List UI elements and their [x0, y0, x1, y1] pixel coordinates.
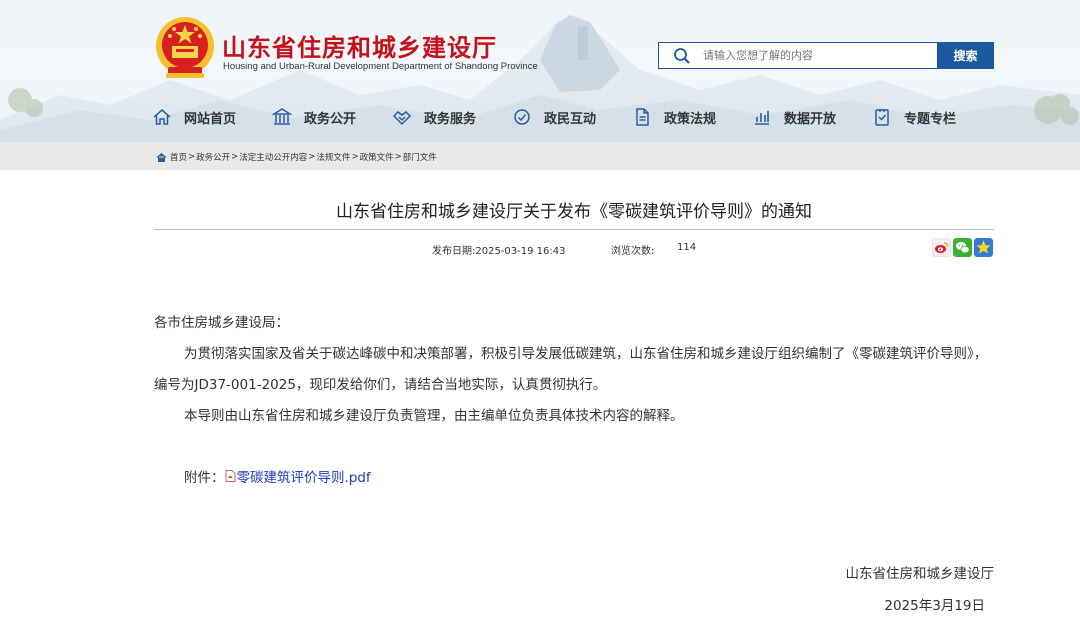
attachment: 附件： 零碳建筑评价导则.pdf	[184, 466, 371, 486]
breadcrumb-link-regulations[interactable]: 法规文件	[316, 151, 350, 163]
title-divider	[154, 229, 994, 230]
site-subtitle: Housing and Urban-Rural Development Depa…	[223, 61, 538, 72]
views-label: 浏览次数:	[611, 246, 655, 257]
bar-chart-icon	[755, 111, 769, 125]
article-body: 各市住房城乡建设局： 为贯彻落实国家及省关于碳达峰碳中和决策部署，积极引导发展低…	[154, 308, 996, 432]
wechat-icon[interactable]	[953, 238, 972, 257]
salutation: 各市住房城乡建设局：	[154, 315, 289, 331]
breadcrumb-separator: >	[351, 152, 359, 162]
breadcrumb-separator: >	[188, 152, 196, 162]
site-title[interactable]: 山东省住房和城乡建设厅	[222, 28, 497, 63]
nav-item-home[interactable]: 网站首页	[152, 104, 236, 130]
document-icon	[636, 108, 649, 126]
home-icon	[153, 109, 171, 125]
breadcrumb-separator: >	[231, 152, 239, 162]
nav-item-policies-regulations[interactable]: 政策法规	[632, 104, 716, 130]
favorite-star-icon[interactable]	[974, 238, 993, 257]
breadcrumb-link-government-affairs[interactable]: 政务公开	[196, 151, 230, 163]
nav-item-government-services[interactable]: 政务服务	[392, 104, 476, 130]
nav-item-label: 政民互动	[544, 111, 597, 127]
national-emblem-icon	[156, 17, 214, 78]
interaction-icon	[514, 109, 530, 125]
breadcrumb-bar: 首页 > 政务公开 > 法定主动公开内容 > 法规文件 > 政策文件 > 部门文…	[0, 142, 1080, 170]
nav-item-label: 政策法规	[664, 111, 717, 127]
nav-item-label: 政务公开	[304, 111, 357, 127]
pdf-file-icon	[225, 470, 235, 482]
nav-item-label: 专题专栏	[904, 111, 957, 127]
breadcrumb-link-department-documents[interactable]: 部门文件	[403, 151, 437, 163]
topic-icon	[875, 109, 889, 126]
search-icon	[674, 48, 690, 64]
nav-item-government-affairs[interactable]: 政务公开	[272, 104, 356, 130]
weibo-icon[interactable]	[932, 238, 951, 257]
views-count: 114	[677, 242, 697, 253]
nav-item-label: 网站首页	[184, 111, 237, 127]
breadcrumb: 首页 > 政务公开 > 法定主动公开内容 > 法规文件 > 政策文件 > 部门文…	[156, 151, 437, 163]
search-input[interactable]	[703, 46, 933, 65]
body-paragraph: 本导则由山东省住房和城乡建设厅负责管理，由主编单位负责具体技术内容的解释。	[184, 408, 684, 424]
search-bar: 搜索	[658, 42, 994, 69]
attachment-label: 附件：	[184, 470, 225, 486]
nav-item-label: 数据开放	[784, 111, 837, 127]
article-title: 山东省住房和城乡建设厅关于发布《零碳建筑评价导则》的通知	[336, 202, 812, 222]
search-button[interactable]: 搜索	[937, 42, 994, 69]
home-icon	[156, 152, 167, 162]
nav-item-public-interaction[interactable]: 政民互动	[512, 104, 596, 130]
nav-item-open-data[interactable]: 数据开放	[752, 104, 836, 130]
breadcrumb-separator: >	[394, 152, 402, 162]
breadcrumb-link-policy-documents[interactable]: 政策文件	[360, 151, 394, 163]
body-paragraph: 为贯彻落实国家及省关于碳达峰碳中和决策部署，积极引导发展低碳建筑，山东省住房和城…	[154, 346, 988, 393]
signature-date: 2025年3月19日	[884, 598, 985, 614]
site-header: 山东省住房和城乡建设厅 Housing and Urban-Rural Deve…	[0, 0, 1080, 142]
building-icon	[272, 108, 292, 125]
breadcrumb-link-home[interactable]: 首页	[170, 151, 187, 163]
signature-organization: 山东省住房和城乡建设厅	[845, 566, 995, 582]
breadcrumb-separator: >	[308, 152, 316, 162]
nav-item-label: 政务服务	[424, 111, 477, 127]
breadcrumb-link-statutory-disclosure[interactable]: 法定主动公开内容	[239, 151, 307, 163]
handshake-icon	[392, 111, 412, 126]
nav-item-special-topics[interactable]: 专题专栏	[872, 104, 956, 130]
share-buttons	[932, 238, 993, 257]
attachment-link[interactable]: 零碳建筑评价导则.pdf	[237, 466, 371, 486]
publish-date: 发布日期:2025-03-19 16:43	[432, 246, 566, 257]
